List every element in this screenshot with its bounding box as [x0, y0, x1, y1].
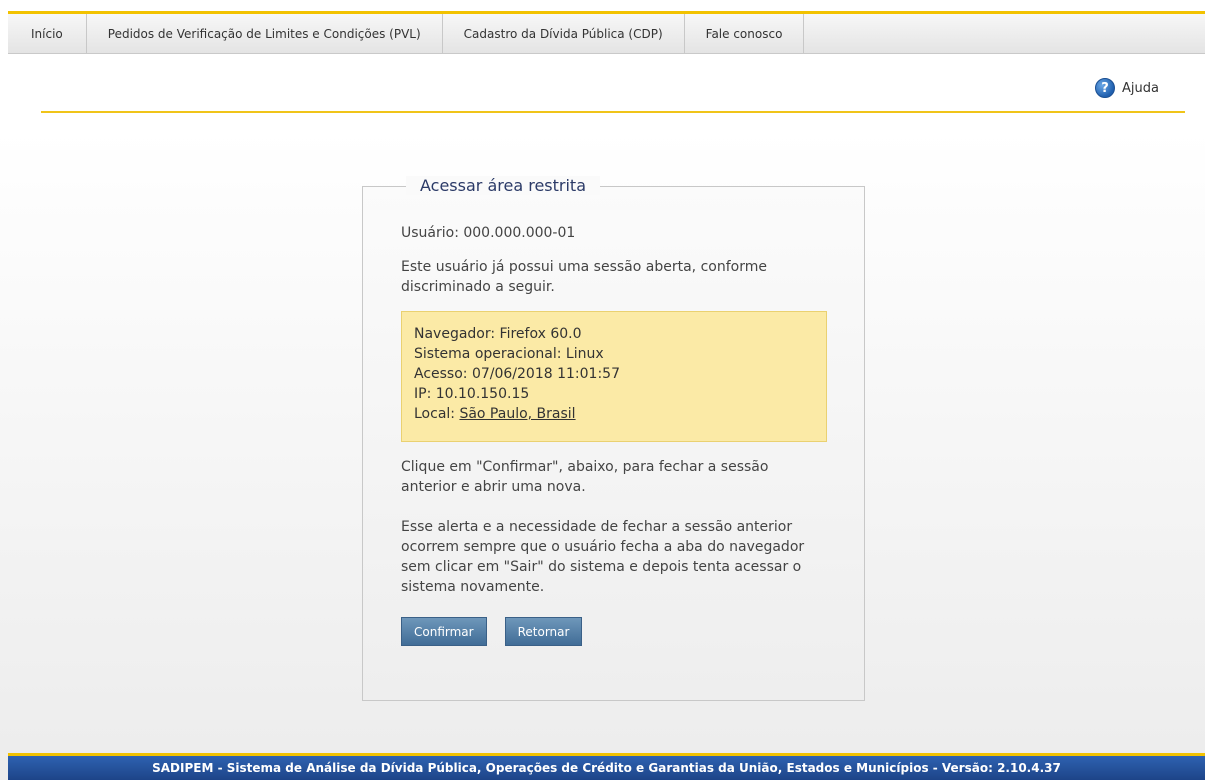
session-access: Acesso: 07/06/2018 11:01:57	[414, 366, 620, 382]
session-location-prefix: Local:	[414, 406, 460, 422]
help-question-icon[interactable]: ?	[1095, 78, 1116, 98]
session-location: Local: São Paulo, Brasil	[414, 404, 826, 424]
session-os: Sistema operacional: Linux	[414, 346, 604, 362]
nav-item-pvl[interactable]: Pedidos de Verificação de Limites e Cond…	[87, 14, 443, 53]
help-link[interactable]: ? Ajuda	[1095, 78, 1159, 98]
alert-explanation-text: Esse alerta e a necessidade de fechar a …	[401, 519, 805, 595]
session-ip: IP: 10.10.150.15	[414, 386, 530, 402]
nav-item-inicio[interactable]: Início	[8, 14, 87, 53]
header-divider	[41, 111, 1185, 113]
panel-body: Usuário: 000.000.000-01 Este usuário já …	[401, 223, 831, 646]
confirm-instruction-text: Clique em "Confirmar", abaixo, para fech…	[401, 459, 769, 495]
session-info-box: Navegador: Firefox 60.0 Sistema operacio…	[401, 311, 827, 442]
intro-text: Este usuário já possui uma sessão aberta…	[401, 259, 767, 295]
confirm-button[interactable]: Confirmar	[401, 617, 487, 646]
back-button[interactable]: Retornar	[504, 617, 583, 646]
user-text: Usuário: 000.000.000-01	[401, 225, 576, 241]
restricted-access-panel: Acessar área restrita Usuário: 000.000.0…	[362, 176, 865, 701]
main-navbar: Início Pedidos de Verificação de Limites…	[8, 14, 1205, 54]
button-row: Confirmar Retornar	[401, 617, 831, 646]
panel-title: Acessar área restrita	[406, 176, 600, 195]
help-label[interactable]: Ajuda	[1122, 81, 1159, 96]
nav-item-fale-conosco[interactable]: Fale conosco	[685, 14, 805, 53]
footer: SADIPEM - Sistema de Análise da Dívida P…	[8, 756, 1205, 780]
nav-item-cdp[interactable]: Cadastro da Dívida Pública (CDP)	[443, 14, 685, 53]
session-browser: Navegador: Firefox 60.0	[414, 326, 582, 342]
footer-text: SADIPEM - Sistema de Análise da Dívida P…	[152, 761, 1061, 775]
session-location-link[interactable]: São Paulo, Brasil	[459, 406, 575, 422]
